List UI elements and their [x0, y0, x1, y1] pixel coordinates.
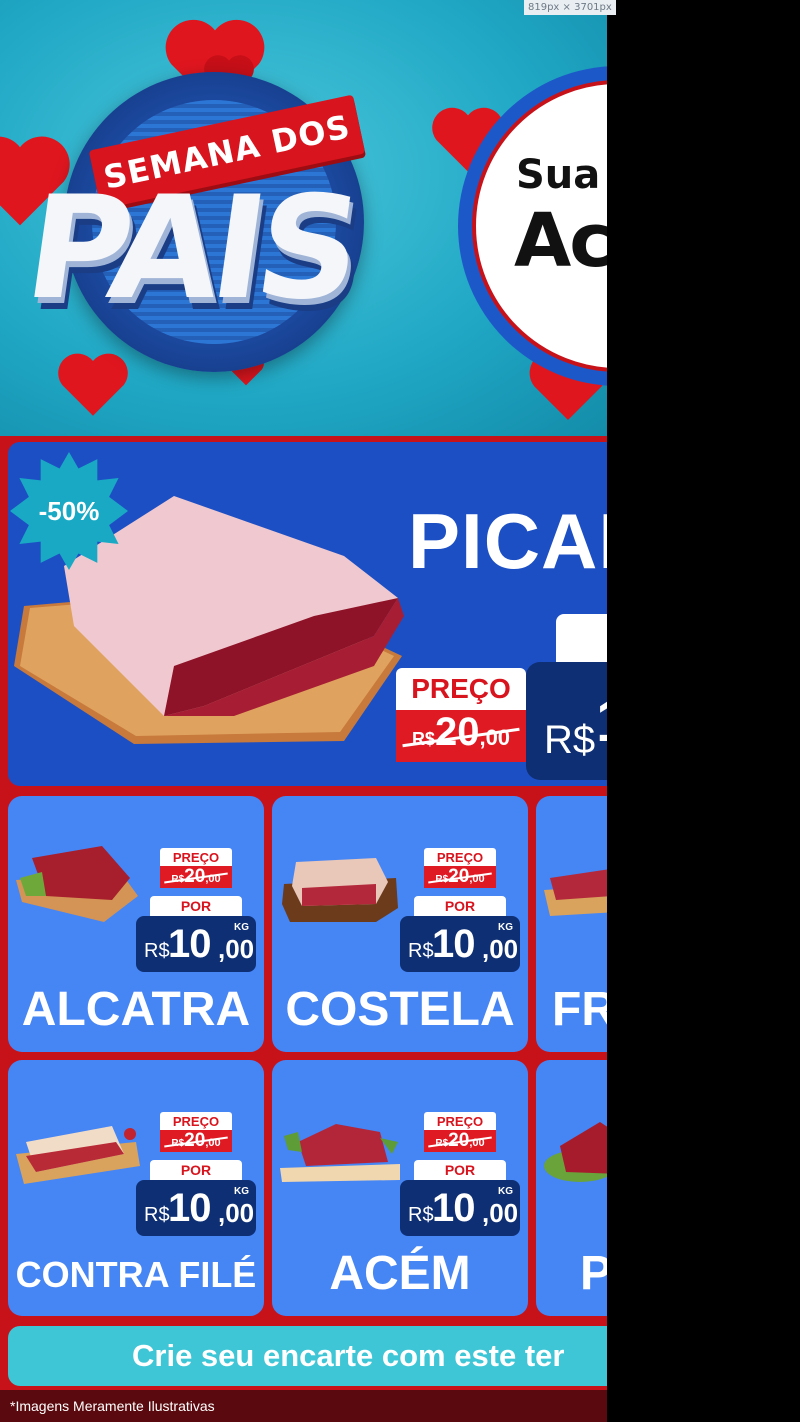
product-card-costela: PREÇO R$20,00 POR R$ 10 ,00 KG COSTELA — [272, 796, 528, 1052]
dimension-ruler: 819px × 3701px — [524, 0, 616, 15]
old-price-box: PREÇO R$20,00 — [160, 848, 232, 888]
flyer-viewport: SEMANA DOS PAIS Sua Ac -50% PICAN PREÇO … — [0, 0, 607, 1422]
product-name: ACÉM — [329, 1247, 471, 1300]
hero-circle-line2: Ac — [514, 198, 607, 284]
alcatra-image — [12, 838, 142, 928]
discount-text: -50% — [38, 495, 100, 526]
featured-old-price: PREÇO R$ 20 ,00 — [396, 668, 526, 766]
product-card-alcatra: PREÇO R$20,00 POR R$ 10 ,00 KG ALCATRA — [8, 796, 264, 1052]
new-price-box: R$ 10 ,00 KG — [400, 1180, 520, 1236]
hero-banner: SEMANA DOS PAIS Sua Ac — [0, 0, 607, 436]
old-price-box: PREÇO R$20,00 — [424, 1112, 496, 1152]
acem-image — [276, 1102, 406, 1192]
meat-image — [540, 1102, 607, 1192]
new-price-box: R$ 10 ,00 KG — [136, 916, 256, 972]
new-price-int: 10 — [432, 1186, 475, 1230]
meat-image — [540, 838, 607, 928]
new-price-dec: ,00 — [218, 934, 255, 964]
new-price-dec: ,00 — [218, 1198, 255, 1228]
new-price-currency: R$ — [544, 718, 596, 762]
preco-label: PREÇO — [160, 848, 232, 866]
unit-label: KG — [498, 922, 513, 933]
unit-label: KG — [498, 1186, 513, 1197]
por-label: POR — [414, 896, 506, 916]
new-price-box: R$ 10 ,00 KG — [400, 916, 520, 972]
new-price-dec: ,00 — [482, 1198, 519, 1228]
new-price-dec: ,00 — [482, 934, 519, 964]
costela-image — [276, 838, 406, 928]
hero-circle-line1: Sua — [516, 152, 601, 198]
new-price-currency: R$ — [144, 940, 170, 962]
old-price-value: R$20,00 — [160, 866, 232, 888]
hero-title: PAIS — [16, 166, 364, 331]
featured-product-name: PICAN — [408, 497, 607, 585]
featured-new-price: R$ 1 — [526, 662, 607, 780]
product-name: P — [580, 1247, 607, 1300]
disclaimer-footer: *Imagens Meramente Ilustrativas — [0, 1390, 607, 1422]
unit-label: KG — [234, 1186, 249, 1197]
discount-badge: -50% — [10, 452, 128, 570]
por-label: POR — [150, 1160, 242, 1180]
old-price-value: R$ 20 ,00 — [396, 710, 526, 762]
preco-label: PREÇO — [424, 848, 496, 866]
new-price-int: 1 — [596, 686, 607, 755]
por-label: POR — [414, 1160, 506, 1180]
preco-label: PREÇO — [424, 1112, 496, 1130]
contra-file-image — [12, 1102, 142, 1192]
new-price-currency: R$ — [408, 1204, 434, 1226]
product-card-partial: P — [536, 1060, 607, 1316]
old-price-box: PREÇO R$20,00 — [160, 1112, 232, 1152]
product-name: CONTRA FILÉ — [15, 1254, 257, 1295]
product-card-partial: FRA — [536, 796, 607, 1052]
old-price-value: R$20,00 — [160, 1130, 232, 1152]
new-price-int: 10 — [168, 922, 211, 966]
preco-label: PREÇO — [396, 668, 526, 710]
unit-label: KG — [234, 922, 249, 933]
por-label: POR — [150, 896, 242, 916]
product-name: FRA — [552, 983, 607, 1036]
new-price-currency: R$ — [144, 1204, 170, 1226]
product-name: ALCATRA — [21, 983, 251, 1036]
create-flyer-banner[interactable]: Crie seu encarte com este ter — [8, 1326, 607, 1386]
new-price-int: 10 — [432, 922, 475, 966]
preco-label: PREÇO — [160, 1112, 232, 1130]
new-price-int: 10 — [168, 1186, 211, 1230]
old-price-box: PREÇO R$20,00 — [424, 848, 496, 888]
heart-icon — [58, 352, 128, 416]
product-name: COSTELA — [285, 983, 515, 1036]
new-price-currency: R$ — [408, 940, 434, 962]
old-price-value: R$20,00 — [424, 1130, 496, 1152]
old-price-int: 20 — [434, 710, 480, 754]
old-price-value: R$20,00 — [424, 866, 496, 888]
product-card-contra-file: PREÇO R$20,00 POR R$ 10 ,00 KG CONTRA FI… — [8, 1060, 264, 1316]
new-price-box: R$ 10 ,00 KG — [136, 1180, 256, 1236]
product-card-acem: PREÇO R$20,00 POR R$ 10 ,00 KG ACÉM — [272, 1060, 528, 1316]
